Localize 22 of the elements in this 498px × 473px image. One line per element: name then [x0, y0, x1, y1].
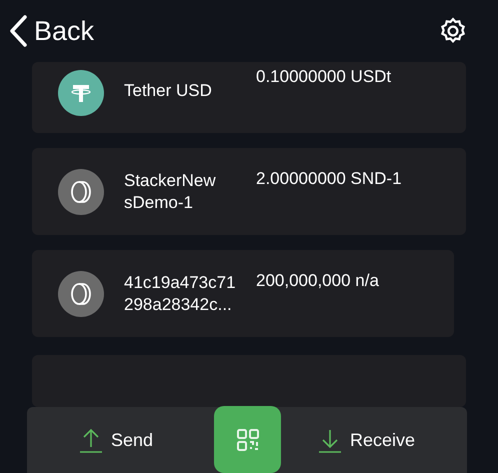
- download-arrow-icon: [318, 427, 342, 453]
- token-amount: 2.00000000 SND-1: [256, 168, 402, 190]
- coin-icon: [58, 168, 104, 214]
- token-card[interactable]: 41c19a473c71 298a28342c... 200,000,000 n/a: [32, 250, 454, 337]
- receive-button[interactable]: Receive: [318, 426, 415, 454]
- qr-code-icon: [236, 428, 260, 452]
- token-card[interactable]: Tether USD 0.10000000 USDt: [32, 62, 466, 133]
- back-button[interactable]: Back: [8, 10, 94, 52]
- scan-qr-button[interactable]: [214, 406, 281, 473]
- token-name: StackerNew sDemo-1: [124, 170, 217, 214]
- settings-icon: [438, 16, 468, 46]
- chevron-left-icon: [8, 14, 28, 48]
- token-card[interactable]: StackerNew sDemo-1 2.00000000 SND-1: [32, 148, 466, 235]
- token-amount: 200,000,000 n/a: [256, 270, 379, 292]
- upload-arrow-icon: [79, 427, 103, 453]
- token-amount: 0.10000000 USDt: [256, 66, 392, 88]
- send-button[interactable]: Send: [79, 426, 154, 454]
- token-name: Tether USD: [124, 80, 213, 102]
- tether-icon: [58, 70, 104, 116]
- token-name: 41c19a473c71 298a28342c...: [124, 272, 236, 316]
- coin-icon: [58, 270, 104, 316]
- settings-button[interactable]: [438, 16, 468, 46]
